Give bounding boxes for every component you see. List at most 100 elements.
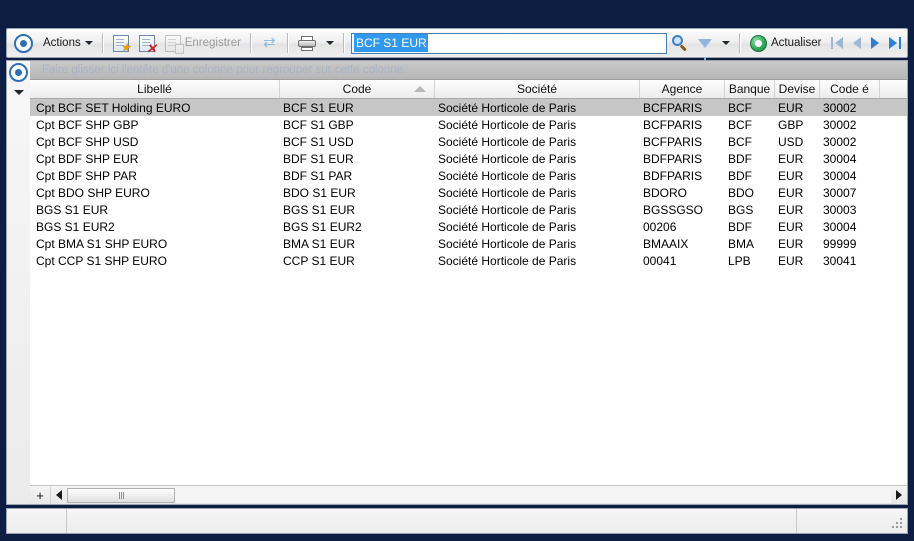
table-cell: Société Horticole de Paris — [438, 185, 577, 200]
save-button-label: Enregistrer — [184, 37, 241, 49]
nav-next-button[interactable] — [866, 30, 884, 56]
toolbar-separator — [101, 33, 104, 53]
table-cell: Cpt BDF SHP EUR — [36, 151, 139, 166]
target-icon[interactable] — [9, 63, 28, 82]
print-dropdown-button[interactable] — [321, 30, 339, 56]
refresh-data-button[interactable]: ⇄ — [256, 30, 283, 56]
table-cell: BDF — [728, 151, 752, 166]
table-row[interactable]: BGS S1 EUR BGS S1 EUR Société Horticole de… — [30, 201, 907, 218]
filter-dropdown-button[interactable] — [717, 30, 735, 56]
table-cell: Société Horticole de Paris — [438, 151, 577, 166]
table-cell: BMA — [728, 236, 755, 251]
table-cell: BGSSGSO — [643, 202, 704, 217]
delete-document-icon: ✕ — [138, 34, 157, 55]
table-cell: Société Horticole de Paris — [438, 236, 577, 251]
column-header-1[interactable]: Code — [280, 80, 435, 98]
data-grid-panel: Faire glisser ici l'entête d'une colonne… — [30, 60, 908, 505]
print-button[interactable] — [293, 30, 321, 56]
actions-menu-label: Actions — [43, 37, 81, 49]
nav-previous-button[interactable] — [848, 30, 866, 56]
column-header-6[interactable]: Code é — [820, 80, 880, 98]
delete-record-button[interactable]: ✕ — [134, 30, 160, 56]
table-cell: BDF S1 EUR — [283, 151, 354, 166]
refresh-arrows-icon: ⇄ — [263, 34, 276, 51]
table-cell: BGS S1 EUR — [283, 202, 356, 217]
table-cell: 30003 — [823, 202, 857, 217]
table-row[interactable]: Cpt BDF SHP EUR BDF S1 EUR Société Hortico… — [30, 150, 907, 167]
search-field-wrapper: BCF S1 EUR — [350, 32, 667, 54]
table-row[interactable]: Cpt BDO SHP EURO BDO S1 EUR Société Hortic… — [30, 184, 907, 201]
table-cell: CCP S1 EUR — [283, 253, 355, 268]
actualiser-button[interactable]: Actualiser — [745, 30, 827, 56]
column-header-3[interactable]: Agence — [640, 80, 725, 98]
table-cell: BCF S1 EUR — [283, 100, 354, 115]
refresh-circle-icon — [749, 34, 767, 52]
horizontal-scrollbar[interactable]: + — [30, 485, 907, 504]
table-cell: Société Horticole de Paris — [438, 202, 577, 217]
nav-last-bar — [899, 37, 902, 49]
table-cell: Cpt BCF SHP GBP — [36, 117, 139, 132]
new-record-button[interactable]: ★ — [108, 30, 134, 56]
table-cell: USD — [778, 134, 804, 149]
toolbar-separator — [342, 33, 345, 53]
new-document-icon: ★ — [112, 34, 131, 53]
table-cell: Cpt BMA S1 SHP EURO — [36, 236, 168, 251]
table-row[interactable]: Cpt BCF SHP GBP BCF S1 GBP Société Hortico… — [30, 116, 907, 133]
table-row[interactable]: BGS S1 EUR2 BGS S1 EUR2 Société Horticole … — [30, 218, 907, 235]
scroll-right-button[interactable] — [891, 487, 907, 504]
table-cell: BGS S1 EUR — [36, 202, 109, 217]
nav-first-icon — [835, 37, 844, 49]
status-panel-2 — [67, 509, 797, 533]
add-row-button[interactable]: + — [30, 486, 51, 504]
column-header-2[interactable]: Société — [435, 80, 640, 98]
table-cell: EUR — [778, 219, 804, 234]
filter-button[interactable] — [693, 30, 717, 61]
table-cell: BCFPARIS — [643, 134, 703, 149]
chevron-down-icon — [325, 41, 334, 45]
table-cell: BDF S1 PAR — [283, 168, 353, 183]
chevron-down-icon[interactable] — [13, 90, 24, 95]
table-cell: 30002 — [823, 134, 857, 149]
table-row[interactable]: Cpt CCP S1 SHP EURO CCP S1 EUR Société Hor… — [30, 252, 907, 269]
resize-grip-icon[interactable] — [892, 518, 904, 530]
column-header-0[interactable]: Libellé — [30, 80, 280, 98]
left-rail — [6, 60, 30, 505]
table-cell: 30004 — [823, 168, 857, 183]
table-row[interactable]: Cpt BDF SHP PAR BDF S1 PAR Société Hortico… — [30, 167, 907, 184]
nav-next-icon — [871, 37, 880, 49]
table-cell: BMA S1 EUR — [283, 236, 356, 251]
window-menu-button[interactable] — [9, 30, 38, 56]
table-cell: BCF S1 GBP — [283, 117, 354, 132]
table-cell: GBP — [778, 117, 804, 132]
status-bar — [6, 508, 908, 534]
table-cell: EUR — [778, 185, 804, 200]
table-row[interactable]: Cpt BMA S1 SHP EURO BMA S1 EUR Société Hor… — [30, 235, 907, 252]
application-window: Actions ★ ✕ Enregistrer ⇄ BCF S1 EUR Act… — [0, 0, 914, 541]
table-cell: 30041 — [823, 253, 857, 268]
table-row[interactable]: Cpt BCF SHP USD BCF S1 USD Société Hortico… — [30, 133, 907, 150]
table-row[interactable]: Cpt BCF SET Holding EURO BCF S1 EUR Sociét… — [30, 99, 907, 116]
table-cell: BCF — [728, 100, 752, 115]
search-input[interactable]: BCF S1 EUR — [350, 32, 667, 54]
table-cell: Cpt BDF SHP PAR — [36, 168, 137, 183]
status-panel-3 — [797, 509, 907, 533]
table-cell: Cpt BDO SHP EURO — [36, 185, 150, 200]
table-cell: BDF — [728, 168, 752, 183]
scrollbar-thumb[interactable] — [67, 487, 175, 503]
nav-last-button[interactable] — [884, 30, 906, 56]
table-cell: Société Horticole de Paris — [438, 117, 577, 132]
sort-ascending-icon — [414, 86, 426, 92]
nav-first-button[interactable] — [826, 30, 848, 56]
scroll-left-button[interactable] — [51, 487, 67, 504]
column-header-4[interactable]: Banque — [725, 80, 775, 98]
column-header-5[interactable]: Devise — [775, 80, 820, 98]
magnifier-icon — [671, 35, 688, 52]
actions-menu-button[interactable]: Actions — [38, 30, 98, 56]
toolbar-separator — [286, 33, 289, 53]
save-button[interactable]: Enregistrer — [160, 30, 246, 56]
scrollbar-track[interactable] — [67, 487, 891, 503]
group-by-bar[interactable]: Faire glisser ici l'entête d'une colonne… — [30, 61, 907, 80]
table-cell: BDFPARIS — [643, 168, 703, 183]
table-cell: 30002 — [823, 117, 857, 132]
search-button[interactable] — [667, 30, 693, 56]
